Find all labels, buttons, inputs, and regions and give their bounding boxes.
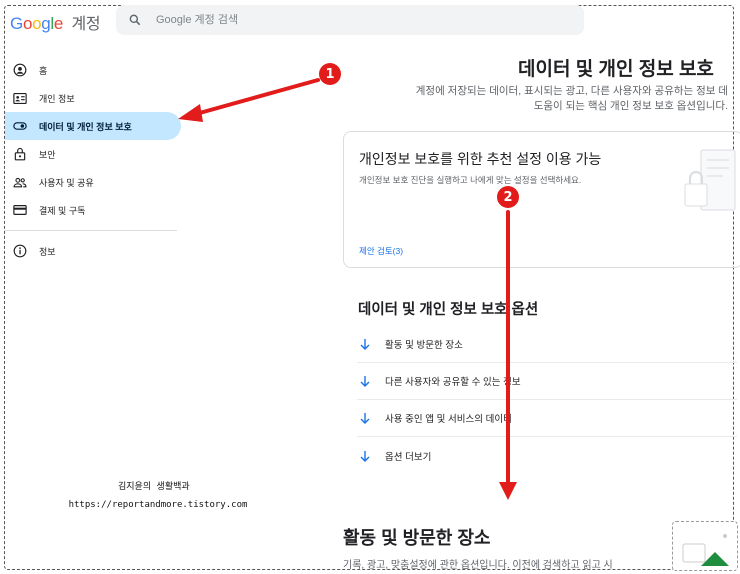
logo-letter-o1: o xyxy=(22,14,33,33)
annotation-arrowhead-2 xyxy=(499,482,517,500)
annotation-badge-2: 2 xyxy=(497,186,519,208)
google-account-logo[interactable]: Google 계정 xyxy=(10,10,101,34)
blog-watermark: 김지윤의 생활백과 https://reportandmore.tistory.… xyxy=(58,478,258,514)
account-label: 계정 xyxy=(71,16,101,33)
thumbnail-image xyxy=(672,521,738,571)
arrow-down-icon xyxy=(360,413,370,424)
sidebar-nav: 홈 개인 정보 데이터 및 개인 정보 보호 보안 사용자 및 공유 결제 및 … xyxy=(5,56,181,265)
privacy-options-list: 활동 및 방문한 장소 다른 사용자와 공유할 수 있는 정보 사용 중인 앱 … xyxy=(357,326,737,474)
activity-section-description: 기록, 광고, 맞춤설정에 관한 옵션입니다. 이전에 검색하고 읽고 시 xyxy=(343,560,613,571)
sidebar-item-home[interactable]: 홈 xyxy=(5,56,181,84)
sidebar-item-payments[interactable]: 결제 및 구독 xyxy=(5,196,181,224)
people-icon xyxy=(13,175,27,189)
sidebar-item-label: 홈 xyxy=(39,65,48,76)
privacy-options-title: 데이터 및 개인 정보 보호 옵션 xyxy=(358,302,539,318)
watermark-url: https://reportandmore.tistory.com xyxy=(68,500,248,510)
search-icon xyxy=(129,14,141,26)
arrow-down-icon xyxy=(360,450,370,462)
page-description: 계정에 저장되는 데이터, 표시되는 광고, 다른 사용자와 공유하는 정보 데… xyxy=(415,85,728,112)
logo-letter-g: G xyxy=(10,14,23,33)
home-icon xyxy=(13,63,27,77)
sidebar-item-people-sharing[interactable]: 사용자 및 공유 xyxy=(5,168,181,196)
sidebar-item-data-privacy[interactable]: 데이터 및 개인 정보 보호 xyxy=(5,112,181,140)
annotation-arrow-1 xyxy=(194,78,320,116)
annotation-arrowhead-1 xyxy=(178,104,203,122)
sidebar-item-about[interactable]: 정보 xyxy=(5,237,181,265)
privacy-recommendation-card[interactable]: 개인정보 보호를 위한 추천 설정 이용 가능 개인정보 보호 진단을 실행하고… xyxy=(343,131,740,268)
search-input[interactable] xyxy=(156,14,556,26)
id-card-icon xyxy=(13,91,27,105)
sidebar-item-label: 정보 xyxy=(39,246,56,257)
toggle-icon xyxy=(13,119,27,133)
card-subtitle: 개인정보 보호 진단을 실행하고 나에게 맞는 설정을 선택하세요. xyxy=(359,175,582,185)
sidebar-item-security[interactable]: 보안 xyxy=(5,140,181,168)
sidebar-item-label: 보안 xyxy=(39,149,56,160)
watermark-name: 김지윤의 생활백과 xyxy=(118,482,190,492)
privacy-checkup-illustration-icon xyxy=(684,149,736,211)
option-label: 활동 및 방문한 장소 xyxy=(385,340,463,351)
logo-letter-o2: o xyxy=(32,14,42,33)
arrow-down-icon xyxy=(360,339,370,350)
review-suggestions-link[interactable]: 제안 검토(3) xyxy=(359,245,403,257)
option-shared-info[interactable]: 다른 사용자와 공유할 수 있는 정보 xyxy=(357,363,737,400)
sidebar-item-label: 결제 및 구독 xyxy=(39,205,86,216)
option-label: 사용 중인 앱 및 서비스의 데이터 xyxy=(385,414,512,425)
annotation-badge-1: 1 xyxy=(319,63,341,85)
logo-letter-e: e xyxy=(53,14,64,33)
arrow-down-icon xyxy=(360,376,370,387)
image-placeholder-icon xyxy=(682,534,729,566)
search-bar[interactable] xyxy=(116,5,584,35)
info-icon xyxy=(13,244,27,258)
page-title: 데이터 및 개인 정보 보호 xyxy=(518,59,714,80)
sidebar-item-personal-info[interactable]: 개인 정보 xyxy=(5,84,181,112)
credit-card-icon xyxy=(13,203,27,217)
card-title: 개인정보 보호를 위한 추천 설정 이용 가능 xyxy=(359,151,602,167)
sidebar-divider xyxy=(5,230,177,231)
option-more[interactable]: 옵션 더보기 xyxy=(357,437,737,474)
option-app-data[interactable]: 사용 중인 앱 및 서비스의 데이터 xyxy=(357,400,737,437)
option-label: 옵션 더보기 xyxy=(385,451,432,463)
activity-section-title: 활동 및 방문한 장소 xyxy=(343,528,491,548)
lock-icon xyxy=(13,147,27,161)
option-label: 다른 사용자와 공유할 수 있는 정보 xyxy=(385,377,521,388)
sidebar-item-label: 데이터 및 개인 정보 보호 xyxy=(39,121,132,132)
sidebar-item-label: 사용자 및 공유 xyxy=(39,177,94,188)
sidebar-item-label: 개인 정보 xyxy=(39,93,75,104)
option-activity[interactable]: 활동 및 방문한 장소 xyxy=(357,326,737,363)
